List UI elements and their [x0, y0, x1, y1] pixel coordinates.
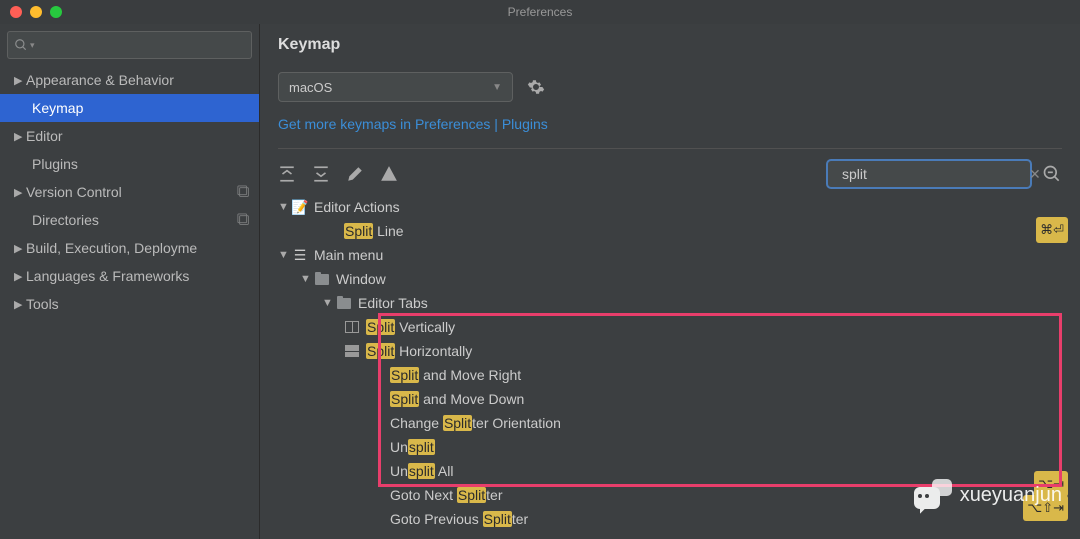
- minimize-window[interactable]: [30, 6, 42, 18]
- sidebar-item-directories[interactable]: Directories: [0, 206, 259, 234]
- split-vertical-icon: [344, 320, 360, 334]
- action-search[interactable]: ✕: [826, 159, 1032, 189]
- action-split-line[interactable]: Split Line: [278, 219, 1062, 243]
- scope-icon: [237, 185, 251, 199]
- titlebar: Preferences: [0, 0, 1080, 24]
- sidebar: ▾ ▶Appearance & Behavior Keymap ▶Editor …: [0, 24, 260, 539]
- scope-icon: [237, 213, 251, 227]
- clear-search-icon[interactable]: ✕: [1029, 166, 1041, 183]
- action-split-vertically[interactable]: Split Vertically: [278, 315, 1062, 339]
- find-shortcut-icon[interactable]: [1042, 164, 1062, 184]
- chevron-down-icon: ▾: [30, 40, 35, 51]
- traffic-lights: [10, 6, 62, 18]
- maximize-window[interactable]: [50, 6, 62, 18]
- separator: [278, 148, 1062, 149]
- keymap-scheme-select[interactable]: macOS ▼: [278, 72, 513, 102]
- expand-all-icon[interactable]: [278, 165, 296, 183]
- tree-group-editor-tabs[interactable]: ▼Editor Tabs: [278, 291, 1062, 315]
- search-icon: [14, 38, 28, 52]
- sidebar-item-appearance[interactable]: ▶Appearance & Behavior: [0, 66, 259, 94]
- action-split-horizontally[interactable]: Split Horizontally: [278, 339, 1062, 363]
- action-unsplit[interactable]: Unsplit: [278, 435, 1062, 459]
- edit-icon[interactable]: [346, 165, 364, 183]
- sidebar-item-build[interactable]: ▶Build, Execution, Deployme: [0, 234, 259, 262]
- shortcut-badge: ⌘⏎: [1036, 217, 1068, 243]
- sidebar-item-keymap[interactable]: Keymap: [0, 94, 259, 122]
- get-keymaps-link[interactable]: Get more keymaps in Preferences | Plugin…: [278, 116, 1062, 132]
- page-title: Keymap: [278, 36, 1062, 54]
- sidebar-item-plugins[interactable]: Plugins: [0, 150, 259, 178]
- sidebar-item-tools[interactable]: ▶Tools: [0, 290, 259, 318]
- action-change-splitter-orientation[interactable]: Change Splitter Orientation: [278, 411, 1062, 435]
- action-split-move-down[interactable]: Split and Move Down: [278, 387, 1062, 411]
- chevron-down-icon: ▼: [492, 82, 502, 93]
- tree-group-editor-actions[interactable]: ▼📝Editor Actions: [278, 195, 1062, 219]
- scheme-value: macOS: [289, 80, 332, 95]
- tree-group-main-menu[interactable]: ▼☰Main menu: [278, 243, 1062, 267]
- collapse-all-icon[interactable]: [312, 165, 330, 183]
- window-title: Preferences: [508, 5, 573, 19]
- sidebar-tree: ▶Appearance & Behavior Keymap ▶Editor Pl…: [0, 66, 259, 539]
- sidebar-item-languages[interactable]: ▶Languages & Frameworks: [0, 262, 259, 290]
- sidebar-item-version-control[interactable]: ▶Version Control: [0, 178, 259, 206]
- watermark-text: xueyuanjun: [960, 484, 1062, 507]
- folder-icon: [336, 296, 352, 310]
- watermark: xueyuanjun: [914, 479, 1062, 511]
- split-horizontal-icon: [344, 344, 360, 358]
- sidebar-item-editor[interactable]: ▶Editor: [0, 122, 259, 150]
- tree-group-window[interactable]: ▼Window: [278, 267, 1062, 291]
- menu-icon: ☰: [292, 248, 308, 262]
- warning-icon[interactable]: [380, 165, 398, 183]
- folder-icon: [314, 272, 330, 286]
- action-search-input[interactable]: [842, 166, 1023, 182]
- content-pane: Keymap macOS ▼ Get more keymaps in Prefe…: [260, 24, 1080, 539]
- sidebar-search[interactable]: ▾: [7, 31, 252, 59]
- close-window[interactable]: [10, 6, 22, 18]
- editor-actions-icon: 📝: [292, 200, 308, 214]
- wechat-icon: [914, 479, 952, 511]
- gear-icon[interactable]: [527, 78, 545, 96]
- action-split-move-right[interactable]: Split and Move Right: [278, 363, 1062, 387]
